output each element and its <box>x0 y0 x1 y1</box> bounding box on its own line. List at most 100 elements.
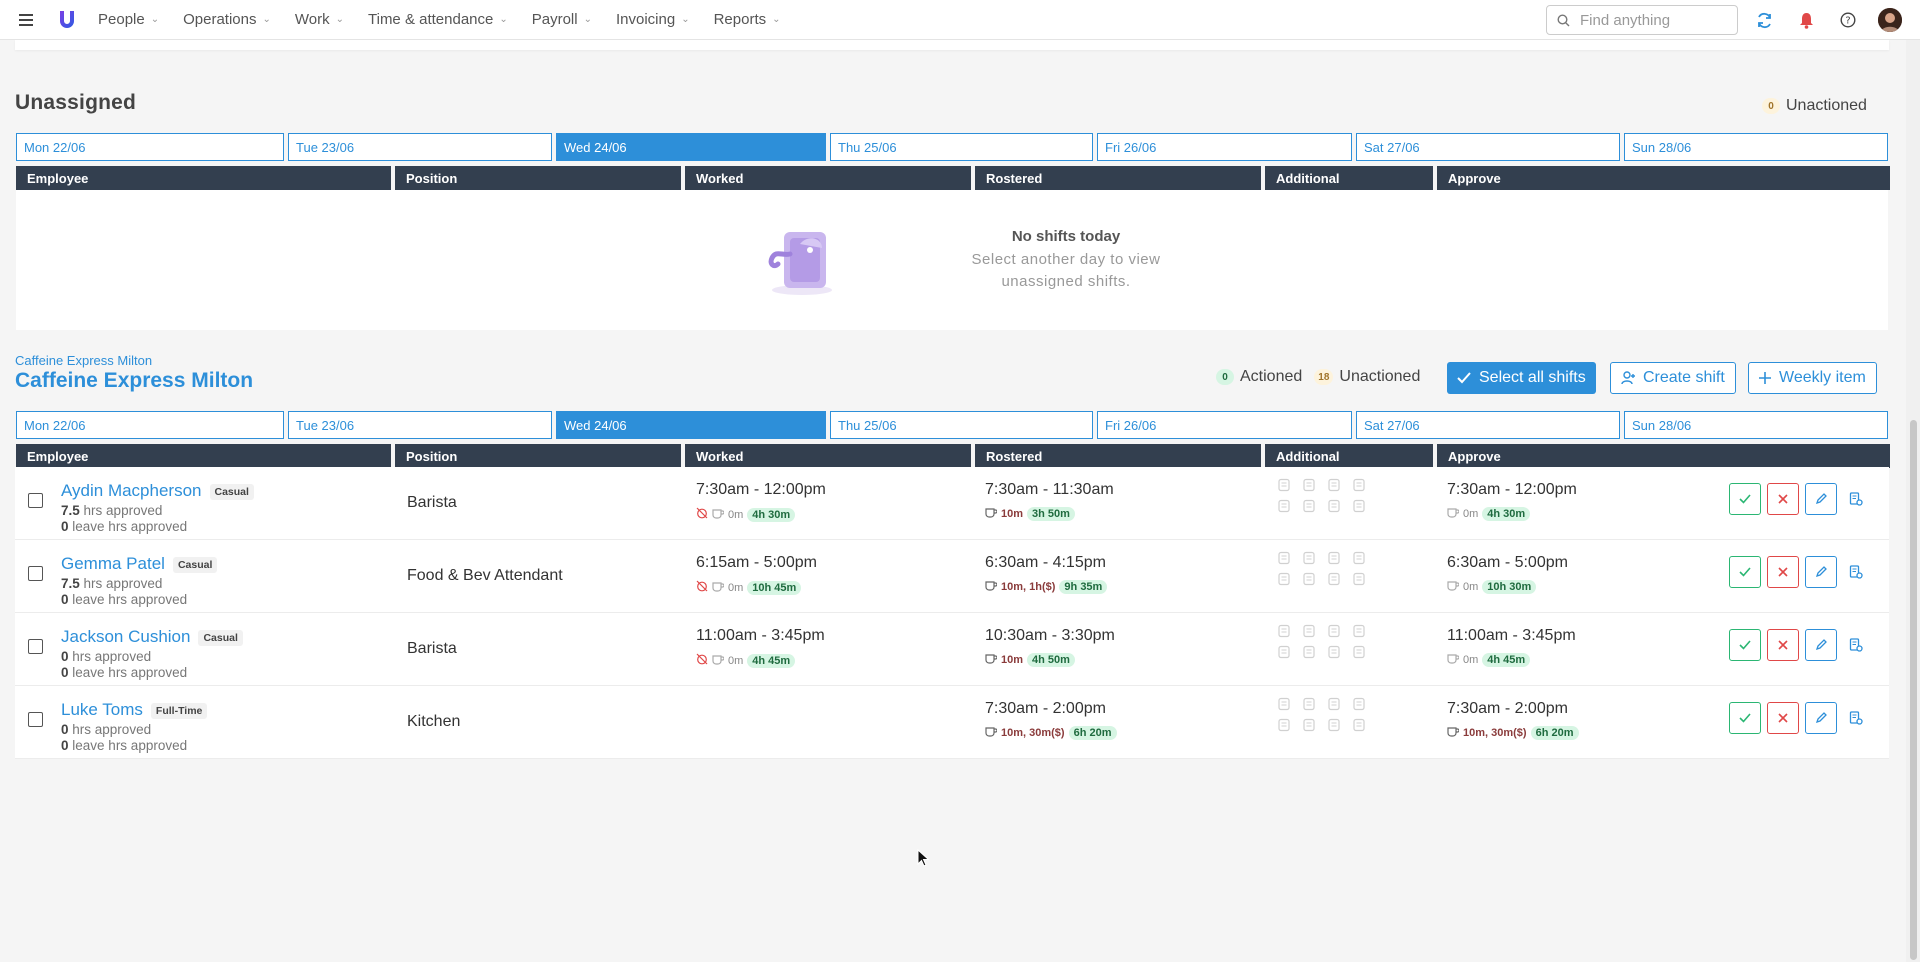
search-box[interactable] <box>1546 5 1738 35</box>
day-tab-tue[interactable]: Tue 23/06 <box>288 411 552 439</box>
col-worked[interactable]: Worked <box>685 166 971 190</box>
receipt-icon[interactable] <box>1327 624 1341 638</box>
col-worked[interactable]: Worked <box>685 444 971 468</box>
approve-shift-button[interactable] <box>1729 556 1761 588</box>
nav-work[interactable]: Work ⌄ <box>295 11 344 28</box>
reject-shift-button[interactable] <box>1767 556 1799 588</box>
help-icon[interactable]: ? <box>1836 8 1860 32</box>
row-checkbox[interactable] <box>28 639 43 654</box>
edit-shift-button[interactable] <box>1805 483 1837 515</box>
day-tab-wed[interactable]: Wed 24/06 <box>556 133 826 161</box>
document-icon[interactable] <box>1352 551 1366 565</box>
row-checkbox[interactable] <box>28 493 43 508</box>
select-all-shifts-button[interactable]: Select all shifts <box>1447 362 1596 394</box>
employee-name-link[interactable]: Aydin Macpherson Casual <box>61 481 254 501</box>
copy-icon[interactable] <box>1277 645 1291 659</box>
reject-shift-button[interactable] <box>1767 702 1799 734</box>
reject-shift-button[interactable] <box>1767 483 1799 515</box>
row-checkbox[interactable] <box>28 712 43 727</box>
comment-icon[interactable] <box>1302 551 1316 565</box>
day-tab-sat[interactable]: Sat 27/06 <box>1356 411 1620 439</box>
col-position[interactable]: Position <box>395 444 681 468</box>
image-icon[interactable] <box>1277 478 1291 492</box>
receipt-icon[interactable] <box>1327 551 1341 565</box>
day-tab-thu[interactable]: Thu 25/06 <box>830 133 1093 161</box>
money-bag-icon[interactable] <box>1352 499 1366 513</box>
signature-icon[interactable] <box>1302 572 1316 586</box>
col-employee[interactable]: Employee <box>16 444 391 468</box>
create-shift-button[interactable]: Create shift <box>1610 362 1736 394</box>
nav-time-attendance[interactable]: Time & attendance ⌄ <box>368 11 508 28</box>
reject-shift-button[interactable] <box>1767 629 1799 661</box>
image-icon[interactable] <box>1277 697 1291 711</box>
chat-icon[interactable] <box>1327 718 1341 732</box>
image-icon[interactable] <box>1277 551 1291 565</box>
row-checkbox[interactable] <box>28 566 43 581</box>
copy-icon[interactable] <box>1277 499 1291 513</box>
document-icon[interactable] <box>1352 624 1366 638</box>
scrollbar-thumb[interactable] <box>1910 420 1917 960</box>
chat-icon[interactable] <box>1327 572 1341 586</box>
day-tab-sun[interactable]: Sun 28/06 <box>1624 411 1888 439</box>
col-additional[interactable]: Additional <box>1265 444 1433 468</box>
signature-icon[interactable] <box>1302 499 1316 513</box>
edit-shift-button[interactable] <box>1805 556 1837 588</box>
employee-name-link[interactable]: Jackson Cushion Casual <box>61 627 243 647</box>
money-bag-icon[interactable] <box>1352 572 1366 586</box>
search-input[interactable] <box>1578 10 1732 30</box>
chat-icon[interactable] <box>1327 645 1341 659</box>
signature-icon[interactable] <box>1302 645 1316 659</box>
edit-shift-button[interactable] <box>1805 629 1837 661</box>
bell-icon[interactable] <box>1794 8 1818 32</box>
col-approve[interactable]: Approve <box>1437 166 1890 190</box>
receipt-icon[interactable] <box>1327 697 1341 711</box>
receipt-icon[interactable] <box>1327 478 1341 492</box>
approve-shift-button[interactable] <box>1729 629 1761 661</box>
day-tab-tue[interactable]: Tue 23/06 <box>288 133 552 161</box>
day-tab-fri[interactable]: Fri 26/06 <box>1097 133 1352 161</box>
comment-icon[interactable] <box>1302 478 1316 492</box>
day-tab-wed[interactable]: Wed 24/06 <box>556 411 826 439</box>
refresh-icon[interactable] <box>1752 8 1776 32</box>
day-tab-sun[interactable]: Sun 28/06 <box>1624 133 1888 161</box>
document-icon[interactable] <box>1352 478 1366 492</box>
copy-icon[interactable] <box>1277 572 1291 586</box>
approve-shift-button[interactable] <box>1729 702 1761 734</box>
money-bag-icon[interactable] <box>1352 645 1366 659</box>
document-icon[interactable] <box>1352 697 1366 711</box>
signature-icon[interactable] <box>1302 718 1316 732</box>
copy-icon[interactable] <box>1277 718 1291 732</box>
user-avatar[interactable] <box>1878 8 1902 32</box>
col-approve[interactable]: Approve <box>1437 444 1890 468</box>
chat-icon[interactable] <box>1327 499 1341 513</box>
col-additional[interactable]: Additional <box>1265 166 1433 190</box>
col-employee[interactable]: Employee <box>16 166 391 190</box>
shift-details-button[interactable] <box>1845 483 1867 515</box>
employee-name-link[interactable]: Luke Toms Full-Time <box>61 700 208 720</box>
money-bag-icon[interactable] <box>1352 718 1366 732</box>
day-tab-sat[interactable]: Sat 27/06 <box>1356 133 1620 161</box>
nav-payroll[interactable]: Payroll ⌄ <box>532 11 592 28</box>
comment-icon[interactable] <box>1302 697 1316 711</box>
day-tab-mon[interactable]: Mon 22/06 <box>16 411 284 439</box>
col-position[interactable]: Position <box>395 166 681 190</box>
weekly-item-button[interactable]: Weekly item <box>1748 362 1877 394</box>
shift-details-button[interactable] <box>1845 702 1867 734</box>
nav-invoicing[interactable]: Invoicing ⌄ <box>616 11 690 28</box>
col-rostered[interactable]: Rostered <box>975 444 1261 468</box>
shift-details-button[interactable] <box>1845 556 1867 588</box>
app-logo-icon[interactable] <box>54 7 80 33</box>
employee-name-link[interactable]: Gemma Patel Casual <box>61 554 218 574</box>
col-rostered[interactable]: Rostered <box>975 166 1261 190</box>
shift-details-button[interactable] <box>1845 629 1867 661</box>
approve-shift-button[interactable] <box>1729 483 1761 515</box>
image-icon[interactable] <box>1277 624 1291 638</box>
day-tab-fri[interactable]: Fri 26/06 <box>1097 411 1352 439</box>
nav-operations[interactable]: Operations ⌄ <box>183 11 271 28</box>
nav-reports[interactable]: Reports ⌄ <box>714 11 781 28</box>
menu-icon[interactable] <box>16 10 40 30</box>
comment-icon[interactable] <box>1302 624 1316 638</box>
day-tab-thu[interactable]: Thu 25/06 <box>830 411 1093 439</box>
edit-shift-button[interactable] <box>1805 702 1837 734</box>
site-breadcrumb[interactable]: Caffeine Express Milton <box>15 353 152 368</box>
